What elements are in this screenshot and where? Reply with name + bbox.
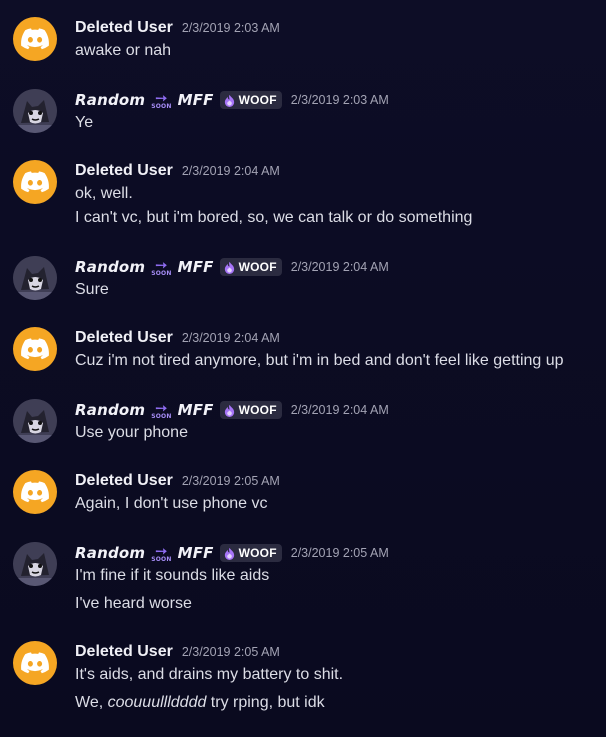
avatar[interactable] [13,89,57,133]
wolf-avatar-icon [13,256,57,300]
username[interactable]: Random ➙ SOON MFF [75,257,214,277]
timestamp[interactable]: 2/3/2019 2:04 AM [182,331,280,345]
message-content: Use your phone [75,421,188,445]
wolf-avatar-icon [13,399,57,443]
tag-label: WOOF [238,260,277,274]
italic-text: coouuullldddd [107,694,207,711]
message-content: Ye [75,111,93,135]
soon-label: SOON [151,269,172,277]
username-part2: MFF [177,91,214,109]
message-line: We, coouuullldddd try rping, but idk [75,691,343,715]
server-tag[interactable]: WOOF [219,91,282,109]
username-part2: MFF [177,544,214,562]
message-line: ok, well. [75,185,133,202]
message-line: Again, I don't use phone vc [75,495,268,512]
message-line: I can't vc, but i'm bored, so, we can ta… [75,209,473,226]
timestamp[interactable]: 2/3/2019 2:05 AM [291,546,389,560]
username-part2: MFF [177,401,214,419]
server-tag[interactable]: WOOF [219,258,282,276]
server-tag[interactable]: WOOF [219,544,282,562]
message-content: Again, I don't use phone vc [75,492,268,516]
username[interactable]: Random ➙ SOON MFF [75,400,214,420]
username-part1: Random [75,401,146,419]
avatar[interactable] [13,399,57,443]
discord-logo-icon [21,481,49,503]
message-content: Cuz i'm not tired anymore, but i'm in be… [75,349,564,373]
message-header: Random ➙ SOON MFF WOOF 2/3/2019 2:04 AM [75,256,389,278]
wolf-avatar-icon [13,542,57,586]
username[interactable]: Deleted User [75,472,173,490]
message-line: I'm fine if it sounds like aids [75,567,270,584]
text-prefix: We, [75,694,108,711]
soon-arrow-icon: ➙ SOON [151,543,172,563]
timestamp[interactable]: 2/3/2019 2:03 AM [182,21,280,35]
purple-flame-icon [224,404,234,417]
message-line: I've heard worse [75,595,192,612]
chat-log: Deleted User 2/3/2019 2:03 AM awake or n… [0,0,606,737]
username-part1: Random [75,258,146,276]
message-line: Cuz i'm not tired anymore, but i'm in be… [75,352,564,369]
tag-label: WOOF [238,403,277,417]
timestamp[interactable]: 2/3/2019 2:04 AM [291,403,389,417]
tag-label: WOOF [238,93,277,107]
timestamp[interactable]: 2/3/2019 2:05 AM [182,645,280,659]
soon-label: SOON [151,555,172,563]
soon-label: SOON [151,102,172,110]
username[interactable]: Deleted User [75,329,173,347]
wolf-avatar-icon [13,89,57,133]
message-content: ok, well. I can't vc, but i'm bored, so,… [75,182,472,230]
avatar[interactable] [13,327,57,371]
username[interactable]: Deleted User [75,643,173,661]
username[interactable]: Random ➙ SOON MFF [75,90,214,110]
discord-logo-icon [21,28,49,50]
message-line: awake or nah [75,42,172,59]
message-line: Use your phone [75,424,188,441]
message-content: I'm fine if it sounds like aids I've hea… [75,564,269,616]
message-header: Random ➙ SOON MFF WOOF 2/3/2019 2:05 AM [75,542,389,564]
message-content: It's aids, and drains my battery to shit… [75,663,343,715]
message-line: It's aids, and drains my battery to shit… [75,666,344,683]
message-header: Deleted User 2/3/2019 2:04 AM [75,327,280,349]
purple-flame-icon [224,94,234,107]
soon-arrow-icon: ➙ SOON [151,257,172,277]
tag-label: WOOF [238,546,277,560]
discord-logo-icon [21,171,49,193]
avatar[interactable] [13,641,57,685]
purple-flame-icon [224,547,234,560]
text-suffix: try rping, but idk [206,694,325,711]
avatar[interactable] [13,542,57,586]
discord-logo-icon [21,652,49,674]
soon-arrow-icon: ➙ SOON [151,400,172,420]
username-part1: Random [75,544,146,562]
message-header: Deleted User 2/3/2019 2:03 AM [75,17,280,39]
message-header: Deleted User 2/3/2019 2:05 AM [75,641,280,663]
avatar[interactable] [13,160,57,204]
message-header: Random ➙ SOON MFF WOOF 2/3/2019 2:04 AM [75,399,389,421]
soon-label: SOON [151,412,172,420]
message-header: Random ➙ SOON MFF WOOF 2/3/2019 2:03 AM [75,89,389,111]
username[interactable]: Deleted User [75,162,173,180]
discord-logo-icon [21,338,49,360]
message-header: Deleted User 2/3/2019 2:05 AM [75,470,280,492]
timestamp[interactable]: 2/3/2019 2:05 AM [182,474,280,488]
server-tag[interactable]: WOOF [219,401,282,419]
timestamp[interactable]: 2/3/2019 2:04 AM [291,260,389,274]
username-part2: MFF [177,258,214,276]
username[interactable]: Random ➙ SOON MFF [75,543,214,563]
timestamp[interactable]: 2/3/2019 2:04 AM [182,164,280,178]
avatar[interactable] [13,17,57,61]
avatar[interactable] [13,470,57,514]
message-content: Sure [75,278,109,302]
soon-arrow-icon: ➙ SOON [151,90,172,110]
message-header: Deleted User 2/3/2019 2:04 AM [75,160,280,182]
avatar[interactable] [13,256,57,300]
username-part1: Random [75,91,146,109]
username[interactable]: Deleted User [75,19,173,37]
message-line: Ye [75,114,94,131]
message-line: Sure [75,281,109,298]
purple-flame-icon [224,261,234,274]
timestamp[interactable]: 2/3/2019 2:03 AM [291,93,389,107]
message-content: awake or nah [75,39,171,63]
